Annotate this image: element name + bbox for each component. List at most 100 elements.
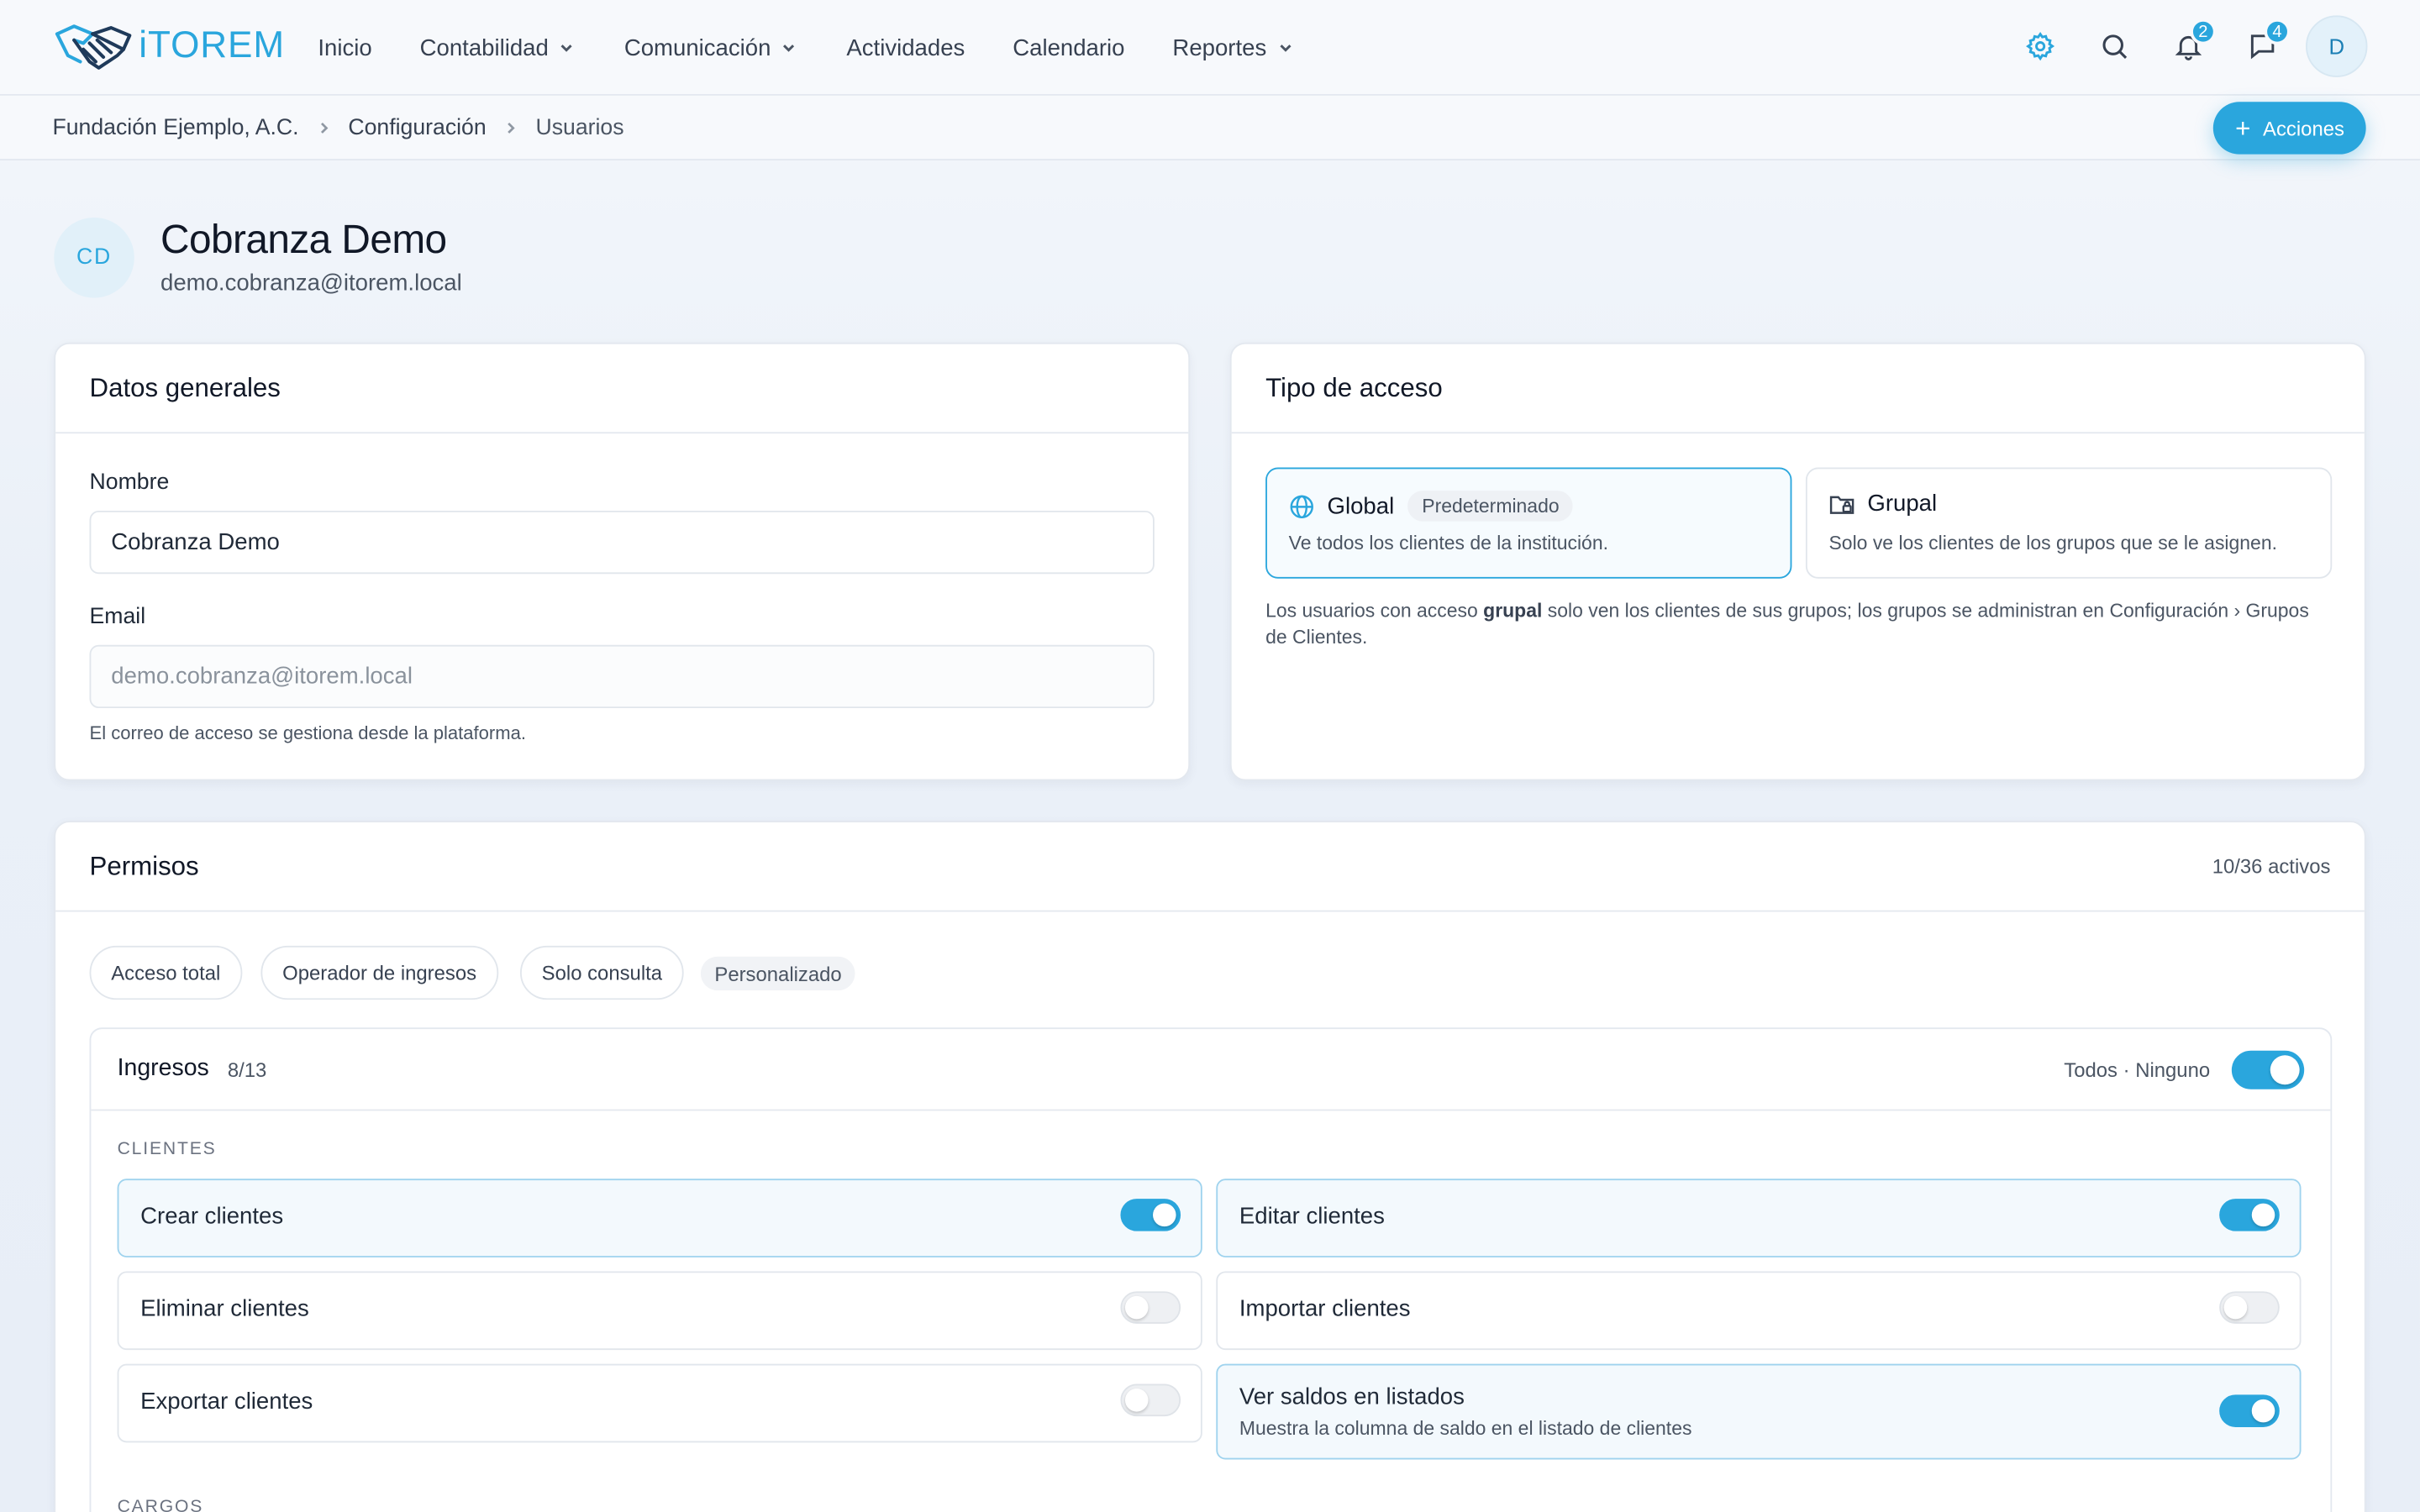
chevron-down-icon <box>549 39 576 57</box>
access-option-global[interactable]: Global Predeterminado Ve todos los cliente… <box>1265 467 1792 579</box>
permissions-active-count: 10/36 activos <box>2212 854 2331 879</box>
main-menu: Inicio Contabilidad Comunicación Actividade… <box>318 0 1342 96</box>
email-label: Email <box>89 604 146 630</box>
nav-item-1[interactable]: Contabilidad <box>419 34 576 61</box>
access-option-grupal[interactable]: Grupal Solo ve los clientes de los grupos… <box>1805 467 2333 579</box>
gear-icon <box>2026 32 2055 61</box>
nav-item-0[interactable]: Inicio <box>318 34 371 60</box>
permission-label: Importar clientes <box>1239 1295 1411 1323</box>
settings-button[interactable] <box>2009 15 2070 76</box>
chevron-right-icon <box>502 118 520 137</box>
nav-actions: 2 4 D <box>1997 15 2368 77</box>
email-hint: El correo de acceso se gestiona desde la… <box>89 722 527 744</box>
select-all-none-links[interactable]: Todos · Ninguno <box>2064 1058 2210 1081</box>
nav-item-5[interactable]: Reportes <box>1172 34 1294 61</box>
chevron-down-icon <box>771 39 798 57</box>
permission-item[interactable]: Importar clientes <box>1216 1271 2302 1351</box>
preset-chip[interactable]: Operador de ingresos <box>260 945 498 1000</box>
permissions-header: Permisos 10/36 activos <box>55 822 2365 912</box>
notifications-count-badge: 2 <box>2190 18 2217 45</box>
section-header: Ingresos 8/13 Todos · Ninguno <box>91 1029 2331 1111</box>
folder-lock-icon <box>1828 491 1867 517</box>
section-count: 8/13 <box>227 1058 267 1081</box>
general-data-card: Datos generales Nombre Cobranza Demo Ema… <box>54 342 1191 781</box>
nav-item-label: Actividades <box>846 34 965 61</box>
permission-item[interactable]: Ver saldos en listados Muestra la columna… <box>1216 1363 2302 1460</box>
permission-label: Editar clientes <box>1239 1203 1385 1230</box>
messages-button[interactable]: 4 <box>2232 15 2293 76</box>
nav-item-3[interactable]: Actividades <box>846 34 965 60</box>
plus-icon: + <box>2235 113 2251 143</box>
access-note: Los usuarios con acceso grupal solo ven … <box>1265 599 2333 651</box>
permission-toggle[interactable] <box>1120 1383 1181 1417</box>
top-navbar: iTOREM Inicio Contabilidad Comunicación Act… <box>0 0 2420 96</box>
access-option-desc: Ve todos los clientes de la institución. <box>1288 532 1608 554</box>
permission-item[interactable]: Eliminar clientes <box>117 1271 1202 1351</box>
permission-section-ingresos: Ingresos 8/13 Todos · Ninguno CLIENTES Cr… <box>89 1027 2333 1512</box>
access-option-name: Global <box>1327 492 1395 520</box>
nav-item-4[interactable]: Calendario <box>1013 34 1124 60</box>
breadcrumb-item[interactable]: Fundación Ejemplo, A.C. <box>52 116 298 140</box>
permission-toggle[interactable] <box>2219 1394 2280 1427</box>
permission-group-label: CLIENTES <box>117 1140 217 1159</box>
notifications-button[interactable]: 2 <box>2158 15 2219 76</box>
permission-label: Eliminar clientes <box>140 1295 309 1323</box>
access-type-card: Tipo de acceso Global Predeterminado Ve to… <box>1229 342 2366 781</box>
access-note-text: Los usuarios con acceso <box>1265 600 1484 622</box>
chevron-down-icon <box>1266 39 1294 57</box>
permission-item[interactable]: Exportar clientes <box>117 1363 1202 1443</box>
permissions-card: Permisos 10/36 activos Acceso total Opera… <box>54 821 2366 1512</box>
user-name: Cobranza Demo <box>160 216 447 263</box>
permission-toggle[interactable] <box>1120 1291 1181 1324</box>
permission-item[interactable]: Editar clientes <box>1216 1179 2302 1257</box>
search-button[interactable] <box>2084 15 2145 76</box>
breadcrumb-item[interactable]: Configuración <box>348 116 486 140</box>
nav-item-label: Calendario <box>1013 34 1125 61</box>
preset-chip[interactable]: Acceso total <box>89 945 243 1000</box>
access-option-header: Global Predeterminado <box>1289 491 1574 522</box>
permission-label: Exportar clientes <box>140 1389 313 1415</box>
permissions-title: Permisos <box>89 850 199 880</box>
nav-item-label: Inicio <box>318 34 372 61</box>
section-toggle[interactable] <box>2231 1049 2305 1089</box>
access-note-bold: grupal <box>1483 600 1543 622</box>
user-email: demo.cobranza@itorem.local <box>160 270 462 297</box>
app-root: iTOREM Inicio Contabilidad Comunicación Act… <box>0 0 2420 1512</box>
nav-item-label: Reportes <box>1172 34 1267 61</box>
access-type-title: Tipo de acceso <box>1265 372 1443 402</box>
permission-toggle[interactable] <box>2219 1291 2280 1324</box>
search-icon <box>2102 34 2128 59</box>
name-label: Nombre <box>89 470 170 496</box>
general-data-title: Datos generales <box>89 372 281 402</box>
breadcrumb-item: Usuarios <box>535 115 624 141</box>
access-type-header: Tipo de acceso <box>1231 344 2365 434</box>
preset-chip[interactable]: Solo consulta <box>519 945 684 1000</box>
toggle-knob <box>1124 1389 1149 1412</box>
logo-text: iTOREM <box>139 24 285 66</box>
nav-item-2[interactable]: Comunicación <box>624 34 799 61</box>
permission-item[interactable]: Crear clientes <box>117 1179 1202 1257</box>
user-avatar: CD <box>54 217 134 298</box>
logo[interactable]: iTOREM <box>52 15 285 76</box>
actions-button[interactable]: + Acciones <box>2213 102 2366 155</box>
breadcrumb-bar: Fundación Ejemplo, A.C. Configuración Usua… <box>0 95 2420 161</box>
access-option-header: Grupal <box>1828 491 1937 517</box>
user-menu-avatar[interactable]: D <box>2306 15 2368 77</box>
nav-item-label: Contabilidad <box>419 34 549 61</box>
permission-group-label: CARGOS <box>117 1498 204 1512</box>
toggle-knob <box>1124 1295 1149 1320</box>
permission-toggle[interactable] <box>2219 1199 2280 1231</box>
preset-chip[interactable]: Personalizado <box>700 956 856 991</box>
messages-count-badge: 4 <box>2264 18 2291 45</box>
section-title: Ingresos <box>117 1055 209 1082</box>
access-option-name: Grupal <box>1867 491 1938 517</box>
handshake-logo-icon <box>55 24 132 70</box>
chevron-right-icon <box>314 118 333 137</box>
actions-label: Acciones <box>2263 116 2344 140</box>
globe-icon <box>1289 493 1328 519</box>
default-badge: Predeterminado <box>1407 491 1574 522</box>
permission-toggle[interactable] <box>1120 1199 1181 1231</box>
email-input[interactable]: demo.cobranza@itorem.local <box>89 644 1155 709</box>
name-input[interactable]: Cobranza Demo <box>89 510 1155 575</box>
toggle-knob <box>2270 1054 2300 1084</box>
